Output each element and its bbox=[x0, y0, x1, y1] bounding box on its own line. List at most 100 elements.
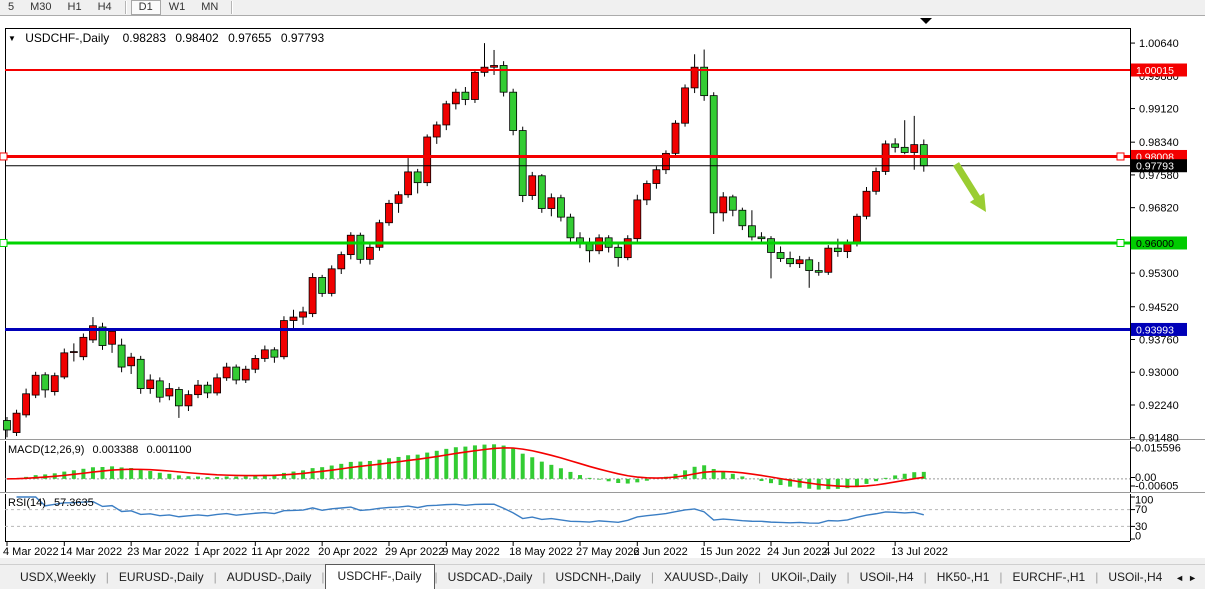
hline-handle[interactable] bbox=[1117, 239, 1124, 246]
candle-body bbox=[634, 200, 641, 239]
candle-body bbox=[366, 247, 373, 259]
rsi-name: RSI(14) bbox=[8, 497, 46, 509]
macd-name: MACD(12,26,9) bbox=[8, 444, 84, 456]
date-label: 14 Mar 2022 bbox=[60, 546, 122, 558]
ohlc-close: 0.97793 bbox=[281, 31, 324, 45]
candle-body bbox=[433, 125, 440, 137]
candle-body bbox=[156, 381, 163, 397]
candle-body bbox=[214, 378, 221, 393]
candle-body bbox=[195, 385, 202, 394]
tab-usdchf-daily[interactable]: USDCHF-,Daily bbox=[325, 564, 435, 589]
tab-hk50-h1[interactable]: HK50-,H1 bbox=[927, 566, 1000, 589]
symbol-dropdown-icon[interactable]: ▼ bbox=[8, 34, 16, 43]
tabs-scroll-right[interactable]: ► bbox=[1188, 573, 1201, 583]
tab-eurusd-daily[interactable]: EURUSD-,Daily bbox=[109, 566, 214, 589]
timeframe-button-d1[interactable]: D1 bbox=[131, 0, 161, 15]
candle-body bbox=[825, 248, 832, 272]
timeframe-button-h4[interactable]: H4 bbox=[90, 0, 120, 15]
candle-body bbox=[853, 216, 860, 243]
candle-body bbox=[347, 235, 354, 254]
rsi-axis-label: 0 bbox=[1135, 531, 1141, 543]
price-tick-label: 1.00640 bbox=[1139, 38, 1179, 50]
tab-scroll-arrows: ◄► bbox=[1175, 573, 1201, 583]
candle-body bbox=[405, 172, 412, 195]
candle-body bbox=[233, 367, 240, 380]
candle-body bbox=[204, 385, 211, 393]
candle-body bbox=[328, 269, 335, 294]
hline-handle[interactable] bbox=[0, 153, 7, 160]
timeframe-button-m30[interactable]: M30 bbox=[22, 0, 59, 15]
price-chart[interactable]: 1.006400.998800.991200.983400.975800.968… bbox=[0, 0, 1205, 589]
candle-body bbox=[787, 258, 794, 263]
tab-eurchf-h1[interactable]: EURCHF-,H1 bbox=[1003, 566, 1096, 589]
candle-body bbox=[290, 317, 297, 320]
candle-body bbox=[80, 337, 87, 356]
timeframe-toolbar: 5M30H1H4 D1W1MN bbox=[0, 0, 1205, 16]
macd-axis-label: 0.015596 bbox=[1135, 443, 1181, 455]
candle-body bbox=[815, 271, 822, 273]
candle-body bbox=[672, 123, 679, 153]
candle-body bbox=[710, 96, 717, 213]
price-badge-label: 0.97793 bbox=[1136, 161, 1174, 173]
tab-xauusd-daily[interactable]: XAUUSD-,Daily bbox=[654, 566, 758, 589]
price-tick-label: 0.94520 bbox=[1139, 302, 1179, 314]
candle-body bbox=[357, 235, 364, 259]
price-badge-label: 0.96000 bbox=[1136, 238, 1174, 250]
hline-handle[interactable] bbox=[1117, 153, 1124, 160]
candle-body bbox=[863, 191, 870, 216]
candle-body bbox=[51, 376, 58, 392]
price-tick-label: 0.96820 bbox=[1139, 203, 1179, 215]
candle-body bbox=[386, 203, 393, 222]
date-label: 6 Jun 2022 bbox=[633, 546, 687, 558]
candle-body bbox=[185, 395, 192, 406]
candle-body bbox=[557, 198, 564, 217]
timeframe-button-mn[interactable]: MN bbox=[193, 0, 226, 15]
candle-body bbox=[13, 413, 20, 432]
toolbar-separator bbox=[125, 1, 126, 14]
candle-body bbox=[443, 104, 450, 125]
candle-body bbox=[491, 65, 498, 67]
timeframe-button-h1[interactable]: H1 bbox=[60, 0, 90, 15]
candle-body bbox=[89, 326, 96, 340]
date-label: 23 Mar 2022 bbox=[127, 546, 189, 558]
tabs-scroll-left[interactable]: ◄ bbox=[1175, 573, 1188, 583]
tab-usdx-weekly[interactable]: USDX,Weekly bbox=[10, 566, 106, 589]
candle-body bbox=[615, 247, 622, 257]
tab-usoil-h4[interactable]: USOil-,H4 bbox=[850, 566, 924, 589]
tab-usdcad-daily[interactable]: USDCAD-,Daily bbox=[438, 566, 543, 589]
candle-body bbox=[519, 131, 526, 196]
candle-body bbox=[309, 277, 316, 313]
candle-body bbox=[796, 260, 803, 264]
candle-body bbox=[424, 137, 431, 183]
candle-body bbox=[834, 248, 841, 251]
candle-body bbox=[109, 331, 116, 344]
tab-ukoil-daily[interactable]: UKOil-,Daily bbox=[761, 566, 846, 589]
tab-usdcnh-daily[interactable]: USDCNH-,Daily bbox=[545, 566, 650, 589]
price-tick-label: 0.98340 bbox=[1139, 137, 1179, 149]
timeframe-button-5[interactable]: 5 bbox=[0, 0, 22, 15]
candle-body bbox=[768, 239, 775, 253]
candle-body bbox=[471, 72, 478, 99]
tab-usoil-h4[interactable]: USOil-,H4 bbox=[1098, 566, 1172, 589]
candle-body bbox=[901, 147, 908, 152]
date-label: 1 Apr 2022 bbox=[194, 546, 247, 558]
timeframe-button-w1[interactable]: W1 bbox=[161, 0, 194, 15]
candle-body bbox=[300, 312, 307, 317]
candle-body bbox=[643, 184, 650, 200]
candle-body bbox=[70, 352, 77, 353]
candle-body bbox=[414, 172, 421, 183]
candle-body bbox=[319, 277, 326, 293]
candle-body bbox=[137, 359, 144, 388]
price-tick-label: 0.95300 bbox=[1139, 268, 1179, 280]
price-badge-label: 1.00015 bbox=[1136, 65, 1174, 77]
candle-body bbox=[748, 226, 755, 237]
price-tick-label: 0.92240 bbox=[1139, 400, 1179, 412]
candle-body bbox=[806, 260, 813, 271]
date-label: 13 Jul 2022 bbox=[891, 546, 948, 558]
candle-body bbox=[739, 210, 746, 226]
candle-body bbox=[175, 389, 182, 405]
tab-audusd-daily[interactable]: AUDUSD-,Daily bbox=[217, 566, 322, 589]
candle-body bbox=[462, 92, 469, 99]
date-label: 18 May 2022 bbox=[509, 546, 573, 558]
hline-handle[interactable] bbox=[0, 239, 7, 246]
